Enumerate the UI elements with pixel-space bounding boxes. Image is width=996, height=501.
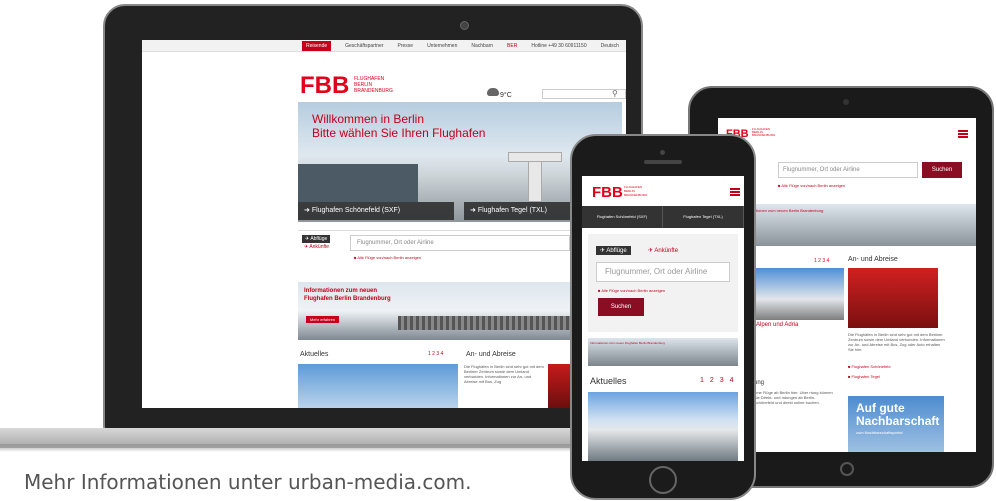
aktuelles-heading: Aktuelles: [300, 351, 329, 358]
news-image[interactable]: [298, 364, 458, 408]
link-schoenefeld[interactable]: ■ Flughafen Schönefeld: [848, 364, 890, 369]
an-abreise-text: Die Flughäfen in Berlin sind sehr gut mi…: [848, 332, 945, 352]
nav-item-geschaeftspartner[interactable]: Geschäftspartner: [345, 43, 383, 49]
laptop-screen: Reisende Geschäftspartner Presse Unterne…: [142, 40, 626, 408]
flight-input[interactable]: Flugnummer, Ort oder Airline: [350, 235, 570, 251]
an-abreise-text: Die Flughäfen in Berlin sind sehr gut mi…: [464, 364, 544, 384]
tab-abfluege[interactable]: ✈ Abflüge: [596, 246, 631, 255]
all-flights-link[interactable]: ■ Alle Flüge von/nach Berlin anzeigen: [598, 288, 665, 293]
aktuelles-heading: Aktuelles: [590, 376, 627, 386]
flight-input[interactable]: Flugnummer, Ort oder Airline: [778, 162, 918, 178]
fbb-logo[interactable]: FBB: [300, 72, 349, 100]
phone-speaker: [644, 160, 682, 164]
search-icon[interactable]: ⚲: [612, 89, 618, 98]
suchen-button[interactable]: Suchen: [922, 162, 962, 178]
news-pager[interactable]: 1 2 3 4: [428, 351, 443, 357]
hamburger-menu-icon[interactable]: [730, 188, 740, 196]
all-flights-link[interactable]: ■ Alle Flüge von/nach Berlin anzeigen: [354, 255, 421, 260]
an-abreise-heading: An- und Abreise: [848, 256, 898, 263]
banner-title-1: Informationen zum neuen: [304, 288, 378, 294]
banner-text: Informationen zum neuen Flughafen Berlin…: [590, 341, 665, 345]
phone-camera: [660, 150, 665, 155]
phone-screen: FBB FLUGHAFEN BERLIN BRANDENBURG Flughafen…: [582, 176, 744, 461]
language-select[interactable]: Deutsch: [601, 43, 619, 49]
all-flights-link[interactable]: ■ Alle Flüge von/nach Berlin anzeigen: [778, 183, 845, 188]
laptop-header: FBB FLUGHAFEN BERLIN BRANDENBURG 9°C ⚲: [142, 52, 626, 104]
tab-ankunfte[interactable]: ✈ Ankünfte: [648, 247, 678, 254]
phone-home-button[interactable]: [649, 466, 677, 494]
news-pager[interactable]: 1 2 3 4: [814, 258, 829, 264]
an-abreise-heading: An- und Abreise: [466, 351, 516, 358]
fbb-logo-subtitle: FLUGHAFEN BERLIN BRANDENBURG: [624, 185, 648, 197]
section-text-partial: hme Flüge ab Berlin hier. Uber rtung kön…: [754, 390, 833, 405]
fbb-logo-subtitle: FLUGHAFEN BERLIN BRANDENBURG: [752, 127, 776, 137]
train-image[interactable]: [848, 268, 938, 328]
ber-banner[interactable]: Informationen zum neuen Flughafen Berlin…: [588, 338, 738, 366]
ber-banner[interactable]: tionen zum neuen Berlin Brandenburg: [754, 204, 976, 246]
tab-txl[interactable]: Flughafen Tegel (TXL): [663, 206, 744, 228]
hero-title: Willkommen in Berlin Bitte wählen Sie Ihr…: [312, 112, 486, 140]
tablet-home-button[interactable]: [840, 462, 854, 476]
alpen-adria-caption[interactable]: Alpen und Adria: [756, 322, 798, 328]
nav-item-unternehmen[interactable]: Unternehmen: [427, 43, 457, 49]
airport-sxf-button[interactable]: ➜ Flughafen Schönefeld (SXF): [298, 202, 454, 220]
tablet-screen: FBB FLUGHAFEN BERLIN BRANDENBURG Flugnumme…: [718, 118, 976, 452]
flight-input[interactable]: Flugnummer, Ort oder Airline: [596, 262, 730, 282]
nav-item-reisende[interactable]: Reisende: [302, 40, 332, 51]
banner-text: tionen zum neuen Berlin Brandenburg: [756, 208, 824, 213]
laptop-topnav: Reisende Geschäftspartner Presse Unterne…: [142, 40, 626, 52]
alps-image[interactable]: [754, 268, 844, 320]
airport-tabs: Flughafen Schönefeld (SXF) Flughafen Teg…: [582, 206, 744, 228]
tab-sxf[interactable]: Flughafen Schönefeld (SXF): [582, 206, 663, 228]
caption-text: Mehr Informationen unter urban-media.com…: [24, 470, 472, 494]
news-pager[interactable]: 1234: [700, 377, 740, 384]
tablet-camera: [843, 99, 849, 105]
hotline-text: Hotline +49 30 60911150: [531, 42, 587, 49]
banner-title-2: Flughafen Berlin Brandenburg: [304, 296, 391, 302]
weather-temperature: 9°C: [500, 92, 512, 99]
cloud-icon: [487, 88, 499, 96]
tab-abfluege[interactable]: ✈ Abflüge: [302, 235, 331, 243]
fbb-logo-subtitle: FLUGHAFEN BERLIN BRANDENBURG: [354, 76, 393, 94]
control-tower-top: [508, 152, 562, 162]
link-tegel[interactable]: ■ Flughafen Tegel: [848, 374, 880, 379]
nav-item-presse[interactable]: Presse: [398, 43, 414, 49]
laptop-camera: [460, 21, 469, 30]
terminal-building: [298, 164, 418, 202]
nav-item-ber[interactable]: BER: [507, 43, 517, 49]
hamburger-menu-icon[interactable]: [958, 130, 968, 138]
laptop-shadow: [0, 444, 640, 452]
fbb-logo[interactable]: FBB: [592, 184, 623, 201]
suchen-button[interactable]: Suchen: [598, 298, 644, 316]
mehr-erfahren-button[interactable]: Mehr erfahren: [306, 316, 340, 323]
tab-ankunfte[interactable]: ✈ Ankünfte: [304, 244, 329, 250]
nav-item-nachbarn[interactable]: Nachbarn: [471, 43, 493, 49]
nachbarschaft-teaser[interactable]: Auf gute Nachbarschaft zum Nachbarschafts…: [848, 396, 944, 452]
news-image[interactable]: [588, 392, 738, 461]
